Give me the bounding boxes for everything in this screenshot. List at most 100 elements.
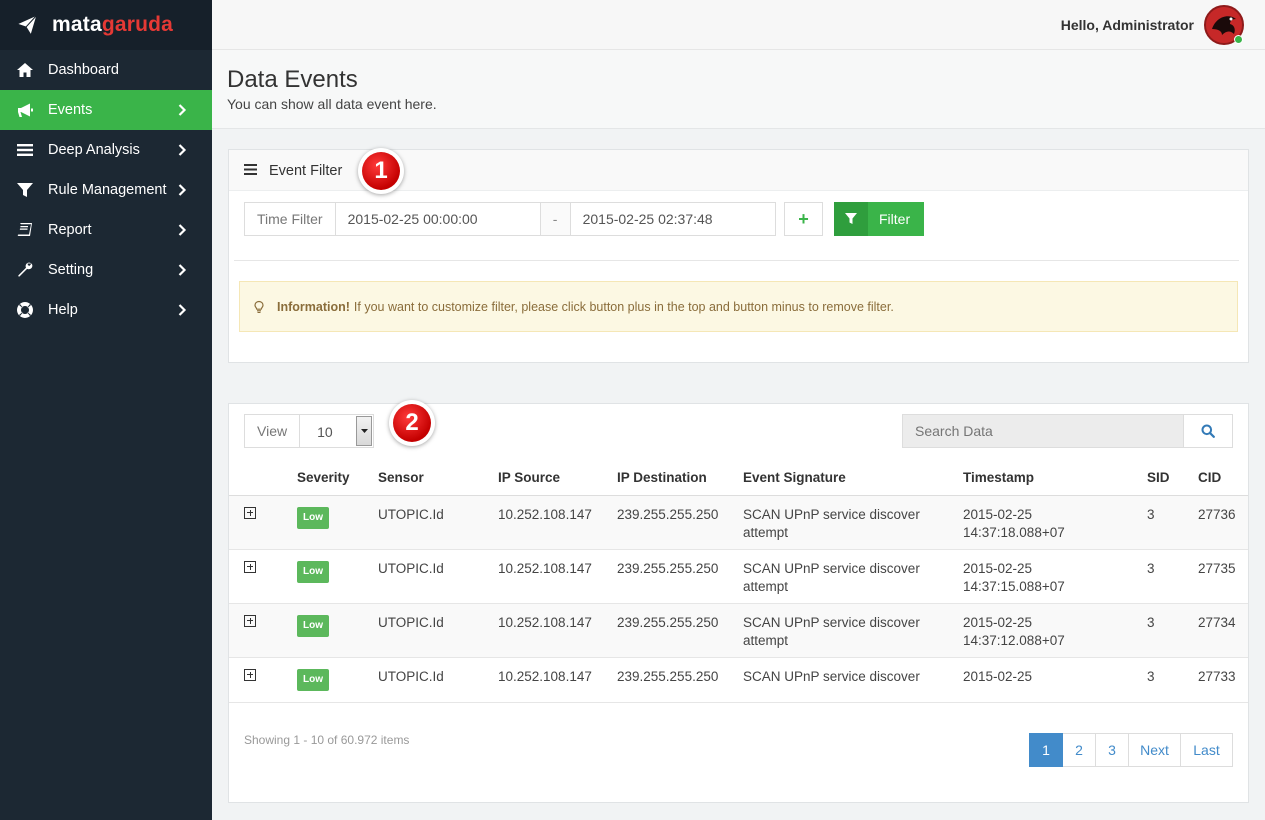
column-header[interactable]: Event Signature (743, 460, 963, 496)
bars-icon (15, 140, 35, 160)
severity-badge: Low (297, 668, 329, 691)
greeting: Hello, Administrator (1060, 17, 1194, 33)
callout-marker-1: 1 (358, 148, 404, 194)
view-label: View (244, 414, 301, 448)
column-header[interactable]: CID (1198, 460, 1248, 496)
severity-cell: Low (297, 495, 378, 550)
sidebar-item-help[interactable]: Help (0, 290, 212, 330)
brand-name: matagaruda (52, 13, 174, 36)
signature-line: SCAN UPnP service discover (743, 506, 920, 522)
severity-cell: Low (297, 657, 378, 703)
expand-plus-icon[interactable] (244, 560, 256, 573)
filter-button[interactable]: Filter (834, 202, 924, 236)
table-row[interactable]: Low UTOPIC.Id 10.252.108.147 239.255.255.25… (229, 495, 1248, 550)
events-table: Severity Sensor IP Source IP Destination… (229, 460, 1248, 703)
timestamp-cell: 2015-02-25 14:37:18.088+07 (963, 495, 1147, 550)
date-separator: - (540, 202, 571, 236)
search-button[interactable] (1184, 414, 1233, 448)
severity-badge: Low (297, 560, 329, 583)
page-link-1[interactable]: 1 (1029, 733, 1063, 767)
chevron-right-icon (174, 182, 190, 198)
sidebar-item-rule-management[interactable]: Rule Management (0, 170, 212, 210)
sensor-cell: UTOPIC.Id (378, 603, 498, 658)
column-header[interactable]: Severity (297, 460, 378, 496)
severity-badge: Low (297, 614, 329, 637)
page-title: Data Events (227, 66, 358, 93)
sidebar-item-label: Deep Analysis (48, 142, 140, 158)
sid-cell: 3 (1147, 657, 1198, 703)
sidebar-item-label: Rule Management (48, 182, 167, 198)
home-icon (15, 60, 35, 80)
event-signature-cell: SCAN UPnP service discover attempt (743, 549, 963, 604)
column-header[interactable]: IP Source (498, 460, 617, 496)
event-filter-panel: Event Filter 1 Time Filter 2015-02-25 00… (228, 148, 1249, 363)
chevron-right-icon (174, 142, 190, 158)
page-link-2[interactable]: 2 (1063, 733, 1096, 767)
column-header[interactable]: SID (1147, 460, 1198, 496)
column-header[interactable]: Sensor (378, 460, 498, 496)
event-signature-cell: SCAN UPnP service discover attempt (743, 603, 963, 658)
filter-icon (15, 180, 35, 200)
page-header: Data Events You can show all data event … (212, 50, 1265, 129)
expand-plus-icon[interactable] (244, 614, 256, 627)
topbar: Hello, Administrator (212, 0, 1265, 50)
divider (234, 260, 1239, 261)
sidebar-item-deep-analysis[interactable]: Deep Analysis (0, 130, 212, 170)
expand-cell (229, 495, 297, 550)
signature-line: SCAN UPnP service discover (743, 668, 920, 684)
date-from-input[interactable]: 2015-02-25 00:00:00 (335, 202, 541, 236)
alert-text: If you want to customize filter, please … (353, 299, 894, 314)
ip-destination-cell: 239.255.255.250 (617, 495, 743, 550)
table-row[interactable]: Low UTOPIC.Id 10.252.108.147 239.255.255.25… (229, 603, 1248, 658)
time-filter-group: Time Filter 2015-02-25 00:00:00 - 2015-0… (244, 202, 776, 236)
column-header[interactable]: IP Destination (617, 460, 743, 496)
chevron-right-icon (174, 102, 190, 118)
sidebar-item-report[interactable]: Report (0, 210, 212, 250)
column-header-expand (229, 460, 297, 496)
page-link-3[interactable]: 3 (1096, 733, 1129, 767)
chevron-right-icon (174, 222, 190, 238)
timestamp-cell: 2015-02-25 (963, 657, 1147, 703)
chevron-right-icon (174, 262, 190, 278)
severity-cell: Low (297, 549, 378, 604)
timestamp-date: 2015-02-25 (963, 668, 1033, 684)
callout-marker-2: 2 (389, 400, 435, 446)
cid-cell: 27733 (1198, 657, 1248, 703)
severity-cell: Low (297, 603, 378, 658)
sid-cell: 3 (1147, 549, 1198, 604)
paper-plane-icon (15, 14, 38, 37)
signature-line: attempt (743, 524, 789, 540)
sidebar-item-setting[interactable]: Setting (0, 250, 212, 290)
timestamp-time: 14:37:12.088+07 (963, 632, 1065, 648)
timestamp-time: 14:37:18.088+07 (963, 524, 1065, 540)
add-filter-button[interactable]: + (784, 202, 823, 236)
ip-source-cell: 10.252.108.147 (498, 549, 617, 604)
sid-cell: 3 (1147, 603, 1198, 658)
sidebar-item-dashboard[interactable]: Dashboard (0, 50, 212, 90)
timestamp-cell: 2015-02-25 14:37:12.088+07 (963, 603, 1147, 658)
sidebar-item-label: Dashboard (48, 62, 119, 78)
signature-line: SCAN UPnP service discover (743, 560, 920, 576)
view-size-select[interactable]: 10 (300, 414, 375, 448)
table-row[interactable]: Low UTOPIC.Id 10.252.108.147 239.255.255.25… (229, 549, 1248, 604)
online-status-icon (1234, 35, 1243, 44)
page-link-next[interactable]: Next (1129, 733, 1181, 767)
time-filter-label: Time Filter (244, 202, 336, 236)
sidebar-item-events[interactable]: Events (0, 90, 212, 130)
date-to-input[interactable]: 2015-02-25 02:37:48 (570, 202, 776, 236)
search-input[interactable] (902, 414, 1184, 448)
search-icon (1201, 424, 1215, 438)
expand-plus-icon[interactable] (244, 668, 256, 681)
table-row[interactable]: Low UTOPIC.Id 10.252.108.147 239.255.255.25… (229, 657, 1248, 703)
column-header[interactable]: Timestamp (963, 460, 1147, 496)
page-subtitle: You can show all data event here. (227, 96, 437, 112)
select-arrow-icon[interactable] (356, 416, 373, 446)
page-link-last[interactable]: Last (1181, 733, 1233, 767)
sidebar-item-label: Help (48, 302, 78, 318)
book-icon (15, 220, 35, 240)
alert-strong: Information! (277, 299, 350, 314)
brand[interactable]: matagaruda (0, 0, 212, 50)
expand-plus-icon[interactable] (244, 506, 256, 519)
search-group (902, 414, 1233, 448)
view-size-group: View 10 (244, 414, 375, 448)
